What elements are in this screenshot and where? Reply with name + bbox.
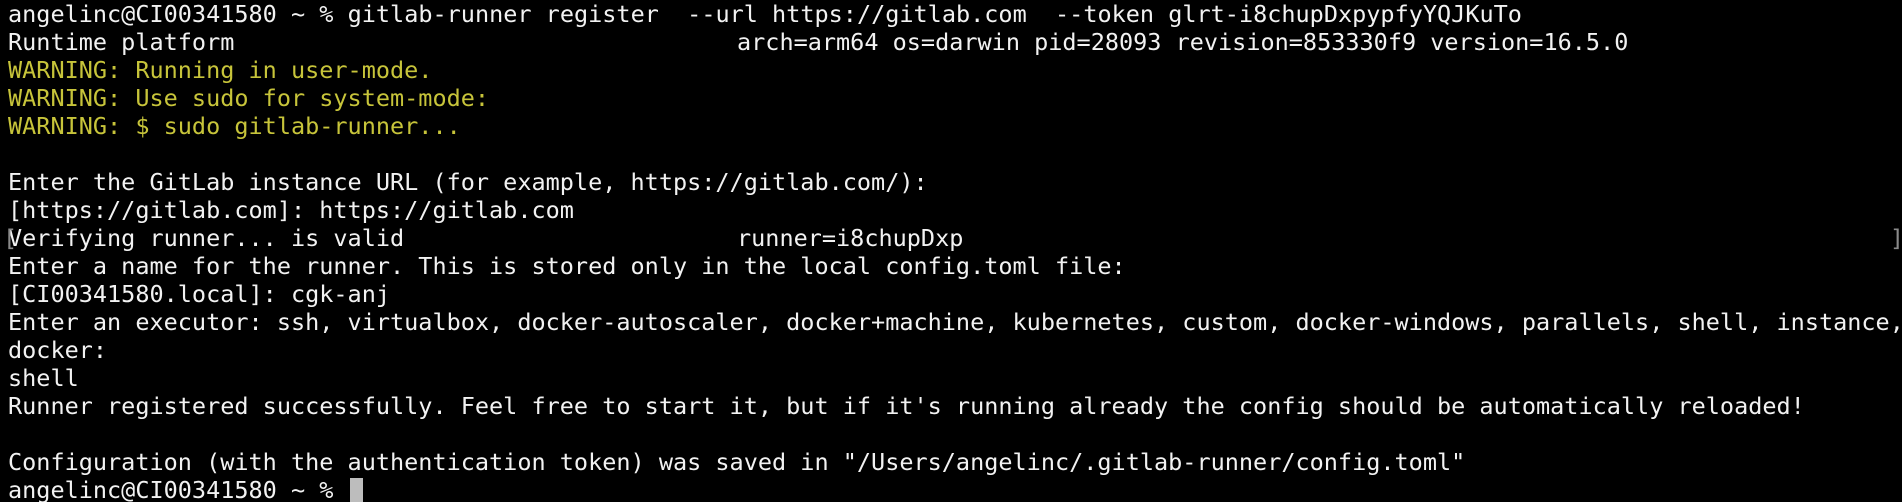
runtime-label: Runtime platform	[8, 28, 235, 56]
verify-status: Verifying runner... is valid	[8, 224, 405, 252]
text-cursor[interactable]	[349, 478, 363, 502]
enter-executor-prompt: Enter an executor: ssh, virtualbox, dock…	[8, 308, 1902, 336]
command-text: gitlab-runner register --url https://git…	[347, 0, 1522, 28]
url-answer: [https://gitlab.com]: https://gitlab.com	[8, 196, 574, 224]
config-saved-message: Configuration (with the authentication t…	[8, 448, 1466, 476]
prompt-user-host: angelinc@CI00341580	[8, 476, 277, 502]
edge-bracket-left: [	[3, 224, 18, 252]
terminal-window[interactable]: angelinc@CI00341580 ~ % gitlab-runner re…	[0, 0, 1902, 502]
prompt-symbol: %	[319, 0, 334, 28]
verify-line: [Verifying runner... is valid runner=i8ch…	[3, 224, 1902, 252]
edge-bracket-right: ]	[1890, 224, 1902, 252]
enter-url-prompt: Enter the GitLab instance URL (for examp…	[8, 168, 928, 196]
prompt-path: ~	[290, 476, 306, 502]
warning-line-1: WARNING: Running in user-mode.	[8, 56, 433, 84]
warning-line-3: WARNING: $ sudo gitlab-runner...	[8, 112, 461, 140]
warning-line-2: WARNING: Use sudo for system-mode:	[8, 84, 490, 112]
prompt-user-host: angelinc@CI00341580	[8, 0, 277, 28]
enter-name-prompt: Enter a name for the runner. This is sto…	[8, 252, 1126, 280]
current-prompt-line[interactable]: angelinc@CI00341580 ~ %	[8, 476, 1902, 502]
success-message: Runner registered successfully. Feel fre…	[8, 392, 1805, 420]
command-line: angelinc@CI00341580 ~ % gitlab-runner re…	[8, 0, 1902, 28]
runtime-platform-line: Runtime platform arch=arm64 os=darwin pid…	[8, 28, 1902, 56]
prompt-symbol: %	[319, 476, 334, 502]
verify-runner-id: runner=i8chupDxp	[737, 224, 964, 252]
prompt-path: ~	[290, 0, 306, 28]
name-answer: [CI00341580.local]: cgk-anj	[8, 280, 391, 308]
executor-answer: shell	[8, 364, 79, 392]
executor-prompt-continued: docker:	[8, 336, 108, 364]
runtime-details: arch=arm64 os=darwin pid=28093 revision=…	[737, 28, 1629, 56]
